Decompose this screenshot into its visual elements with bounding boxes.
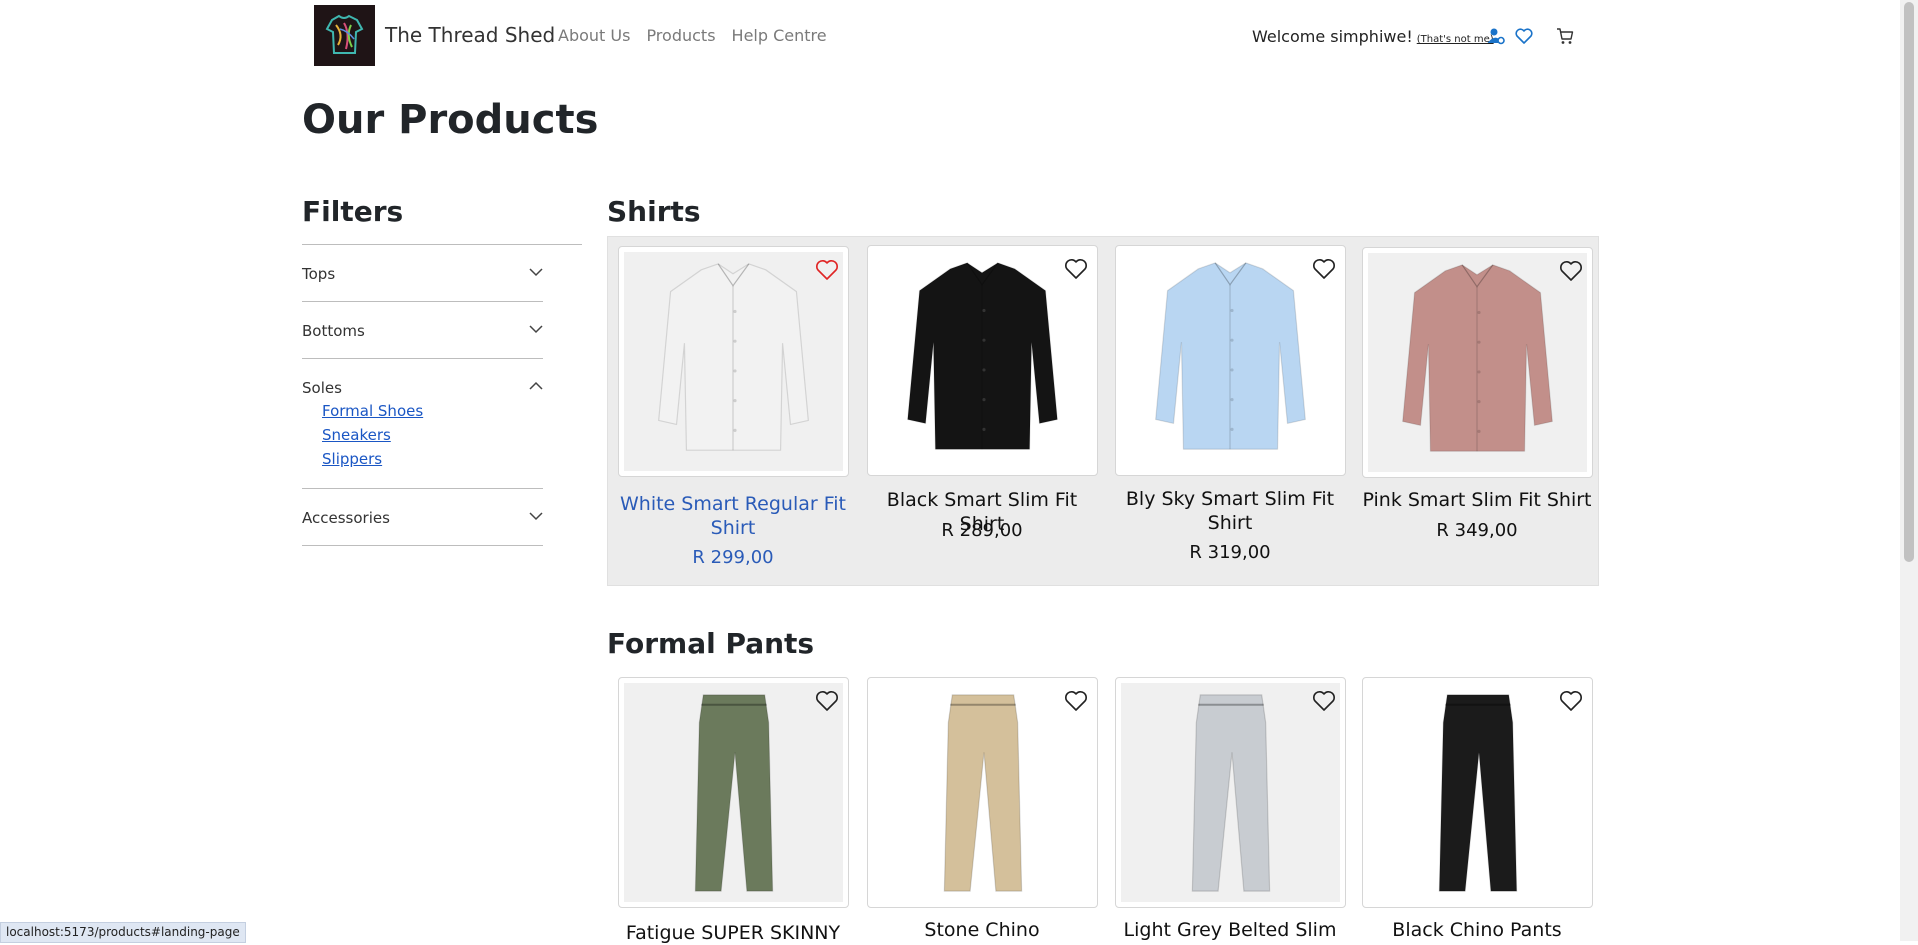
filter-group-tops[interactable]: Tops	[302, 245, 543, 302]
not-me-link[interactable]: (That's not me)	[1417, 34, 1494, 45]
brand-logo[interactable]	[314, 5, 375, 66]
filter-link-formal-shoes[interactable]: Formal Shoes	[322, 402, 423, 420]
filter-link-slippers[interactable]: Slippers	[322, 450, 382, 468]
product-card[interactable]	[1115, 677, 1346, 908]
product-name[interactable]: White Smart Regular Fit Shirt	[613, 492, 853, 540]
product-image[interactable]	[873, 251, 1092, 470]
product-card[interactable]	[867, 245, 1098, 476]
product-price: R 319,00	[1189, 542, 1271, 563]
heart-icon[interactable]	[1063, 689, 1089, 713]
product-name[interactable]: Pink Smart Slim Fit Shirt	[1357, 488, 1597, 512]
status-bar-url: localhost:5173/products#landing-page	[0, 922, 246, 943]
heart-icon[interactable]	[1311, 257, 1337, 281]
filter-group-label: Bottoms	[302, 322, 365, 340]
filter-group-soles[interactable]: Soles Formal Shoes Sneakers Slippers	[302, 359, 543, 489]
heart-icon[interactable]	[1558, 689, 1584, 713]
product-image[interactable]	[1121, 683, 1340, 902]
filter-group-bottoms[interactable]: Bottoms	[302, 302, 543, 359]
heart-icon[interactable]	[814, 689, 840, 713]
brand-name[interactable]: The Thread Shed	[385, 23, 555, 47]
section-title-formal-pants: Formal Pants	[607, 627, 815, 660]
product-price: R 349,00	[1436, 520, 1518, 541]
filter-group-label: Accessories	[302, 509, 390, 527]
filter-group-label: Tops	[302, 265, 336, 283]
wishlist-heart-icon[interactable]	[1514, 26, 1534, 46]
nav-help-centre[interactable]: Help Centre	[732, 26, 827, 45]
product-card[interactable]	[1362, 247, 1593, 478]
product-card[interactable]	[867, 677, 1098, 908]
chevron-down-icon	[529, 325, 543, 334]
nav-about-us[interactable]: About Us	[558, 26, 630, 45]
cart-icon[interactable]	[1555, 26, 1575, 46]
product-image[interactable]	[1368, 683, 1587, 902]
product-card[interactable]	[1362, 677, 1593, 908]
welcome-message: Welcome simphiwe! (That's not me)	[1252, 27, 1494, 46]
product-name[interactable]: Stone Chino	[862, 918, 1102, 942]
heart-icon[interactable]	[1063, 257, 1089, 281]
product-card[interactable]	[618, 246, 849, 477]
product-name[interactable]: Black Chino Pants	[1357, 918, 1597, 942]
product-image[interactable]	[873, 683, 1092, 902]
user-settings-icon[interactable]	[1486, 26, 1506, 46]
scrollbar-thumb[interactable]	[1904, 2, 1914, 562]
product-name[interactable]: Light Grey Belted Slim	[1110, 918, 1350, 942]
filters-title: Filters	[302, 195, 404, 228]
heart-icon[interactable]	[1311, 689, 1337, 713]
product-card[interactable]	[1115, 245, 1346, 476]
product-image[interactable]	[624, 683, 843, 902]
heart-icon[interactable]	[1558, 259, 1584, 283]
product-image[interactable]	[1368, 253, 1587, 472]
product-card[interactable]	[618, 677, 849, 908]
product-name[interactable]: Bly Sky Smart Slim Fit Shirt	[1110, 487, 1350, 535]
product-image[interactable]	[1121, 251, 1340, 470]
welcome-text: Welcome simphiwe!	[1252, 27, 1413, 46]
navbar: The Thread Shed About Us Products Help C…	[0, 0, 1900, 72]
product-image[interactable]	[624, 252, 843, 471]
filter-group-label: Soles	[302, 379, 342, 397]
nav-products[interactable]: Products	[646, 26, 715, 45]
page-title: Our Products	[302, 97, 599, 143]
chevron-up-icon	[529, 381, 543, 390]
favorited-heart-icon[interactable]	[814, 258, 840, 282]
product-price: R 289,00	[941, 520, 1023, 541]
product-name[interactable]: Fatigue SUPER SKINNY	[613, 921, 853, 945]
filter-link-sneakers[interactable]: Sneakers	[322, 426, 391, 444]
product-price: R 299,00	[692, 547, 774, 568]
chevron-down-icon	[529, 512, 543, 521]
chevron-down-icon	[529, 268, 543, 277]
section-title-shirts: Shirts	[607, 195, 701, 228]
filter-group-accessories[interactable]: Accessories	[302, 489, 543, 546]
